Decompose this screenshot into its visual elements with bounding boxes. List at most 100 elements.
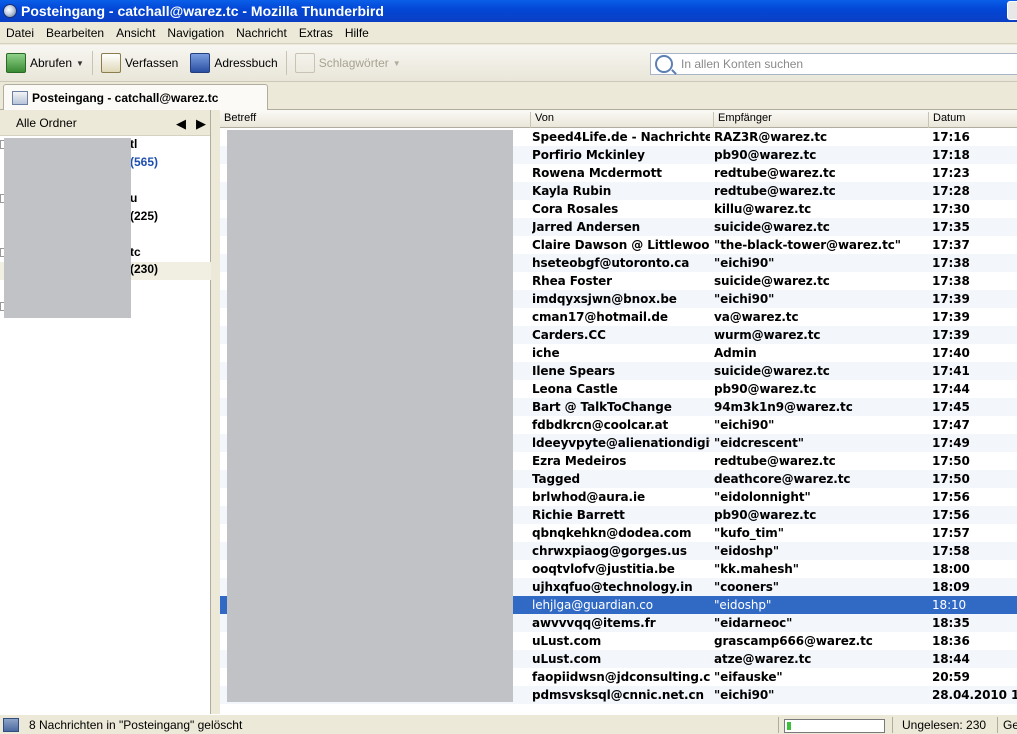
message-date: 20:59 bbox=[932, 670, 970, 684]
message-from: Cora Rosales bbox=[532, 202, 619, 216]
progress-fill bbox=[787, 722, 791, 730]
message-recipient: "the-black-tower@warez.tc" bbox=[714, 238, 901, 252]
message-date: 18:36 bbox=[932, 634, 970, 648]
message-from: iche bbox=[532, 346, 560, 360]
folder-pane-header: Alle Ordner ◀ ▶ bbox=[0, 110, 210, 136]
message-from: chrwxpiaog@gorges.us bbox=[532, 544, 687, 558]
message-date: 17:35 bbox=[932, 220, 970, 234]
message-from: Tagged bbox=[532, 472, 581, 486]
addressbook-label: Adressbuch bbox=[214, 56, 278, 70]
status-bar: 8 Nachrichten in "Posteingang" gelöscht … bbox=[0, 714, 1017, 734]
window-title: Posteingang - catchall@warez.tc - Mozill… bbox=[21, 3, 384, 19]
column-from[interactable]: Von bbox=[530, 112, 554, 128]
column-header: Betreff Von Empfänger Datum bbox=[220, 110, 1017, 128]
message-from: Rhea Foster bbox=[532, 274, 612, 288]
message-date: 18:44 bbox=[932, 652, 970, 666]
folder-label: tl bbox=[130, 137, 138, 151]
message-recipient: "eichi90" bbox=[714, 418, 775, 432]
message-date: 17:41 bbox=[932, 364, 970, 378]
message-from: Ezra Medeiros bbox=[532, 454, 627, 468]
chevron-down-icon[interactable]: ▼ bbox=[76, 59, 84, 68]
search-icon[interactable] bbox=[655, 55, 673, 73]
column-to[interactable]: Empfänger bbox=[713, 112, 772, 128]
column-date[interactable]: Datum bbox=[928, 112, 965, 128]
message-date: 17:38 bbox=[932, 274, 970, 288]
message-date: 17:40 bbox=[932, 346, 970, 360]
tags-label: Schlagwörter bbox=[318, 56, 389, 70]
message-from: faopiidwsn@jdconsulting.co... bbox=[532, 670, 710, 684]
folder-count: (230) bbox=[130, 262, 159, 276]
get-mail-button[interactable]: Abrufen ▼ bbox=[0, 49, 90, 77]
window-titlebar: Posteingang - catchall@warez.tc - Mozill… bbox=[0, 0, 1017, 22]
message-from: Jarred Andersen bbox=[532, 220, 641, 234]
menu-bearbeiten[interactable]: Bearbeiten bbox=[40, 26, 110, 40]
folder-pane: Alle Ordner ◀ ▶ tl (565) u (225) tc (230… bbox=[0, 110, 211, 714]
message-date: 17:45 bbox=[932, 400, 970, 414]
message-recipient: "eichi90" bbox=[714, 688, 775, 702]
message-date: 17:39 bbox=[932, 310, 970, 324]
message-recipient: redtube@warez.tc bbox=[714, 454, 836, 468]
message-recipient: killu@warez.tc bbox=[714, 202, 812, 216]
chevron-down-icon: ▼ bbox=[392, 58, 401, 68]
message-date: 17:49 bbox=[932, 436, 970, 450]
close-button[interactable] bbox=[1007, 1, 1017, 20]
tags-button[interactable]: Schlagwörter ▼ bbox=[289, 49, 407, 77]
message-date: 17:47 bbox=[932, 418, 970, 432]
message-date: 17:50 bbox=[932, 472, 970, 486]
message-recipient: 94m3k1n9@warez.tc bbox=[714, 400, 853, 414]
addressbook-icon bbox=[190, 53, 211, 73]
message-recipient: suicide@warez.tc bbox=[714, 220, 830, 234]
message-recipient: pb90@warez.tc bbox=[714, 382, 817, 396]
message-date: 17:16 bbox=[932, 130, 970, 144]
pane-splitter[interactable] bbox=[211, 110, 220, 714]
message-recipient: redtube@warez.tc bbox=[714, 166, 836, 180]
message-date: 18:00 bbox=[932, 562, 970, 576]
message-recipient: "cooners" bbox=[714, 580, 779, 594]
message-date: 17:57 bbox=[932, 526, 970, 540]
arrow-right-icon[interactable]: ▶ bbox=[196, 116, 206, 132]
message-recipient: atze@warez.tc bbox=[714, 652, 812, 666]
message-date: 18:35 bbox=[932, 616, 970, 630]
message-recipient: suicide@warez.tc bbox=[714, 274, 830, 288]
compose-button[interactable]: Verfassen bbox=[95, 49, 184, 77]
message-from: ooqtvlofv@justitia.be bbox=[532, 562, 675, 576]
message-from: brlwhod@aura.ie bbox=[532, 490, 646, 504]
search-placeholder: In allen Konten suchen bbox=[681, 57, 804, 71]
message-recipient: "kk.mahesh" bbox=[714, 562, 799, 576]
message-recipient: va@warez.tc bbox=[714, 310, 799, 324]
message-from: Kayla Rubin bbox=[532, 184, 612, 198]
menu-extras[interactable]: Extras bbox=[293, 26, 339, 40]
column-subject[interactable]: Betreff bbox=[220, 112, 256, 128]
message-recipient: "eidolonnight" bbox=[714, 490, 811, 504]
search-input[interactable]: In allen Konten suchen bbox=[650, 53, 1017, 75]
status-trailing-text: Ge bbox=[1003, 718, 1017, 732]
message-recipient: "eidoshp" bbox=[714, 544, 779, 558]
tag-icon bbox=[294, 53, 315, 73]
message-recipient: deathcore@warez.tc bbox=[714, 472, 851, 486]
status-separator bbox=[892, 717, 893, 733]
addressbook-button[interactable]: Adressbuch bbox=[184, 49, 283, 77]
pencil-icon bbox=[100, 53, 121, 73]
menu-navigation[interactable]: Navigation bbox=[161, 26, 230, 40]
message-recipient: grascamp666@warez.tc bbox=[714, 634, 873, 648]
message-recipient: pb90@warez.tc bbox=[714, 508, 817, 522]
status-separator bbox=[778, 717, 779, 733]
message-recipient: wurm@warez.tc bbox=[714, 328, 821, 342]
tab-inbox[interactable]: Posteingang - catchall@warez.tc bbox=[3, 84, 268, 110]
arrow-left-icon[interactable]: ◀ bbox=[176, 116, 186, 132]
menu-ansicht[interactable]: Ansicht bbox=[110, 26, 161, 40]
inbox-icon bbox=[12, 90, 28, 105]
message-from: qbnqkehkn@dodea.com bbox=[532, 526, 692, 540]
message-recipient: "eichi90" bbox=[714, 292, 775, 306]
get-mail-label: Abrufen bbox=[30, 56, 73, 70]
message-date: 17:28 bbox=[932, 184, 970, 198]
redacted-area bbox=[4, 138, 131, 318]
message-from: Richie Barrett bbox=[532, 508, 625, 522]
message-date: 17:18 bbox=[932, 148, 970, 162]
folder-label: tc bbox=[130, 245, 141, 259]
message-date: 18:09 bbox=[932, 580, 970, 594]
menu-nachricht[interactable]: Nachricht bbox=[230, 26, 293, 40]
menu-hilfe[interactable]: Hilfe bbox=[339, 26, 375, 40]
compose-label: Verfassen bbox=[124, 56, 179, 70]
menu-datei[interactable]: Datei bbox=[0, 26, 40, 40]
